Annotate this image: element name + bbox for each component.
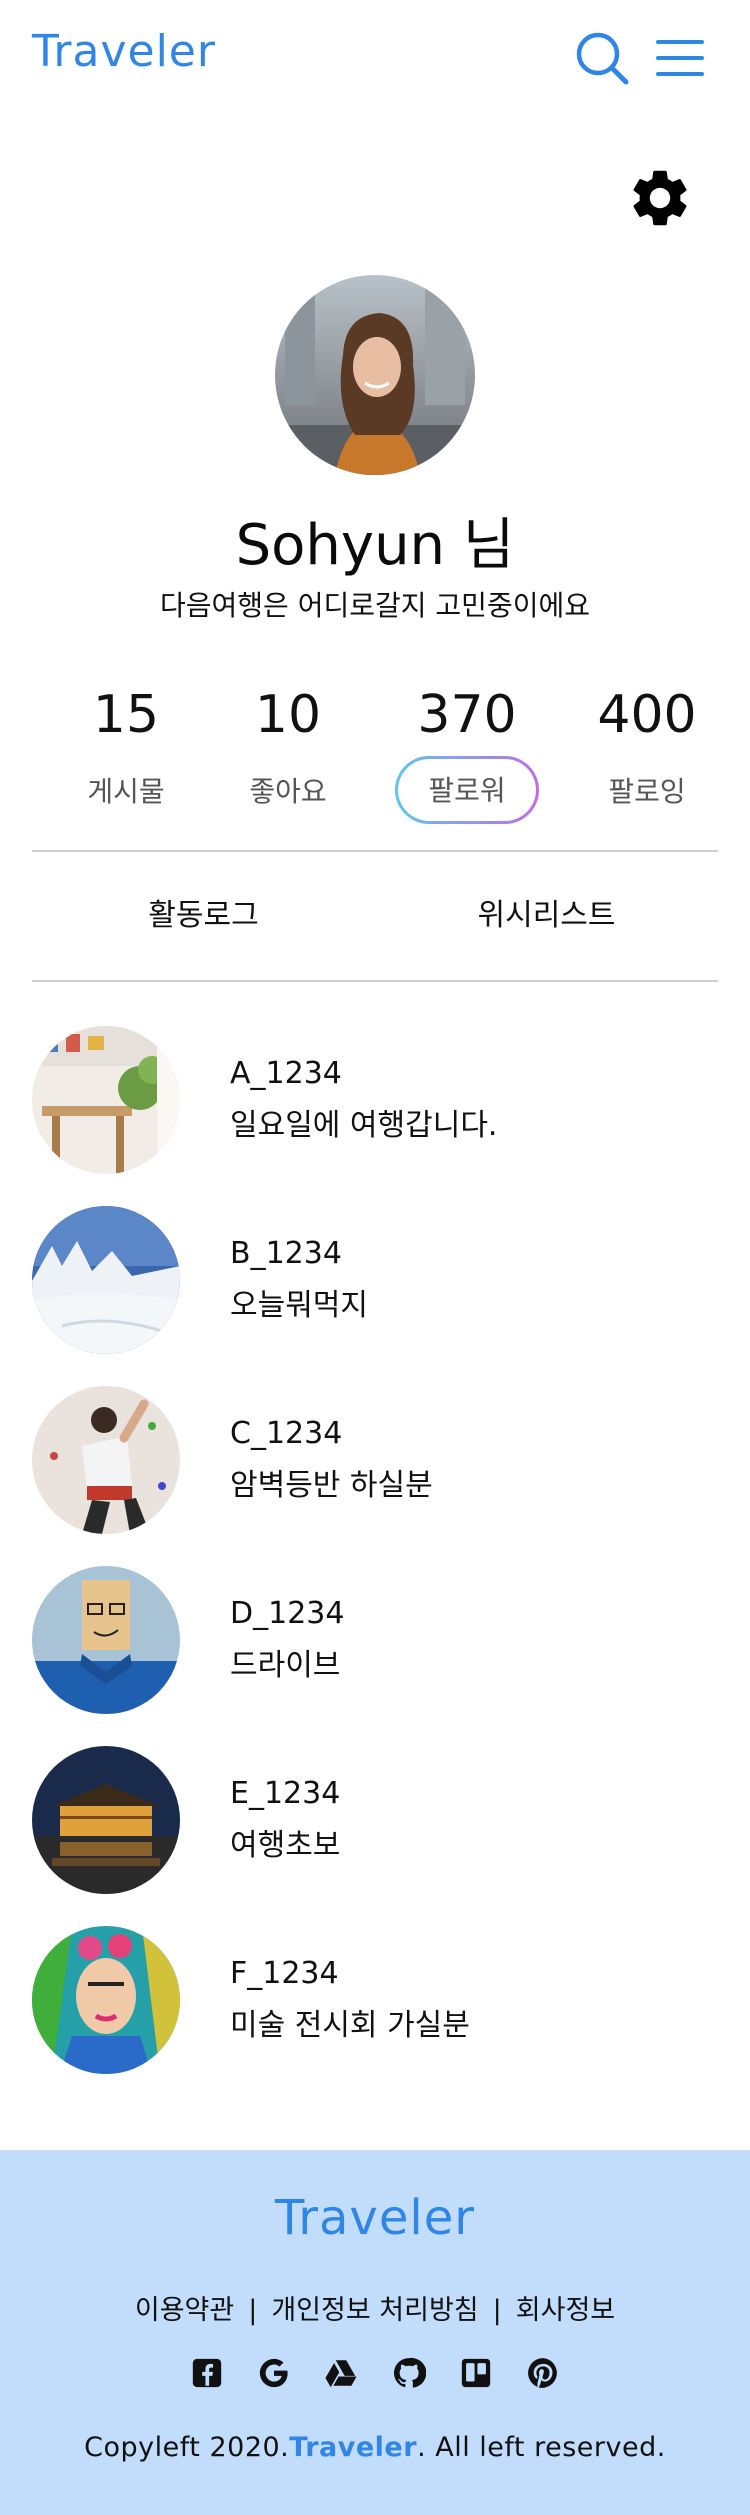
search-icon [576, 32, 629, 85]
stat-label: 팔로잉 [608, 775, 686, 808]
privacy-policy-link[interactable]: 개인정보 처리방침 [271, 2295, 478, 2326]
copyright-brand: Traveler [289, 2432, 418, 2463]
copyright-suffix: . All left reserved. [417, 2432, 666, 2463]
stat-following[interactable]: 400 팔로잉 [557, 680, 737, 812]
google-drive-icon[interactable] [324, 2356, 358, 2390]
avatar-photo [275, 275, 475, 475]
hamburger-menu-icon [656, 40, 704, 76]
footer-links: 이용약관 | 개인정보 처리방침 | 회사정보 [0, 2288, 750, 2327]
list-item[interactable]: E_1234 여행초보 [32, 1746, 718, 1896]
list-item-username: E_1234 [230, 1776, 341, 1811]
stat-label: 게시물 [87, 775, 165, 808]
github-icon[interactable] [392, 2356, 426, 2390]
terms-link[interactable]: 이용약관 [135, 2295, 234, 2326]
social-links [0, 2356, 750, 2390]
stat-count: 15 [92, 685, 160, 745]
stat-count: 400 [597, 685, 697, 745]
settings-button[interactable] [626, 164, 694, 232]
facebook-icon[interactable] [190, 2356, 224, 2390]
list-item-message: 드라이브 [230, 1648, 341, 1683]
list-item[interactable]: C_1234 암벽등반 하실분 [32, 1386, 718, 1536]
stat-followers[interactable]: 370 팔로워 [377, 680, 557, 824]
list-item-message: 여행초보 [230, 1828, 341, 1863]
list-item[interactable]: B_1234 오늘뭐먹지 [32, 1206, 718, 1356]
list-item-avatar [32, 1206, 180, 1354]
profile-bio: 다음여행은 어디로갈지 고민중이에요 [160, 589, 590, 622]
app-logo[interactable]: Traveler [32, 26, 216, 77]
profile-avatar[interactable] [275, 275, 475, 475]
list-item[interactable]: D_1234 드라이브 [32, 1566, 718, 1716]
google-icon[interactable] [257, 2356, 291, 2390]
list-item-username: A_1234 [230, 1056, 342, 1091]
list-item[interactable]: F_1234 미술 전시회 가실분 [32, 1926, 718, 2076]
top-header: Traveler [0, 0, 750, 120]
stat-likes[interactable]: 10 좋아요 [198, 680, 378, 812]
list-item-username: F_1234 [230, 1956, 339, 1991]
copyright-prefix: Copyleft 2020. [84, 2432, 290, 2463]
list-item-username: D_1234 [230, 1596, 345, 1631]
list-item-username: C_1234 [230, 1416, 343, 1451]
list-item-message: 일요일에 여행갑니다. [230, 1108, 498, 1143]
tab-activity-log[interactable]: 활동로그 [32, 852, 375, 980]
list-item[interactable]: A_1234 일요일에 여행갑니다. [32, 1026, 718, 1176]
list-item-avatar [32, 1746, 180, 1894]
footer-logo[interactable]: Traveler [0, 2190, 750, 2246]
list-item-avatar [32, 1566, 180, 1714]
pinterest-icon[interactable] [526, 2356, 560, 2390]
site-footer: Traveler 이용약관 | 개인정보 처리방침 | 회사정보 Copyleft 20… [0, 2150, 750, 2515]
list-item-avatar [32, 1926, 180, 2074]
divider [32, 980, 718, 982]
profile-stats: 15 게시물 10 좋아요 370 팔로워 400 팔로잉 [32, 680, 718, 840]
followers-pill-button[interactable]: 팔로워 [395, 756, 539, 824]
trello-icon[interactable] [459, 2356, 493, 2390]
gear-icon [633, 170, 687, 226]
list-item-avatar [32, 1386, 180, 1534]
stat-posts[interactable]: 15 게시물 [36, 680, 216, 812]
copyright-text: Copyleft 2020.Traveler. All left reserve… [0, 2432, 750, 2463]
stat-label: 좋아요 [249, 775, 327, 808]
list-item-message: 오늘뭐먹지 [230, 1288, 368, 1323]
list-item-message: 미술 전시회 가실분 [230, 2008, 470, 2043]
stat-count: 10 [254, 685, 322, 745]
tab-wishlist[interactable]: 위시리스트 [375, 852, 718, 980]
profile-name: Sohyun 님 [235, 513, 515, 578]
stat-count: 370 [417, 685, 517, 745]
search-button[interactable] [574, 30, 630, 86]
menu-button[interactable] [654, 36, 706, 80]
list-item-message: 암벽등반 하실분 [230, 1468, 433, 1503]
list-item-username: B_1234 [230, 1236, 342, 1271]
profile-tabs: 활동로그 위시리스트 [32, 852, 718, 980]
separator: | [248, 2295, 258, 2326]
separator: | [492, 2295, 502, 2326]
company-info-link[interactable]: 회사정보 [516, 2295, 615, 2326]
list-item-avatar [32, 1026, 180, 1174]
